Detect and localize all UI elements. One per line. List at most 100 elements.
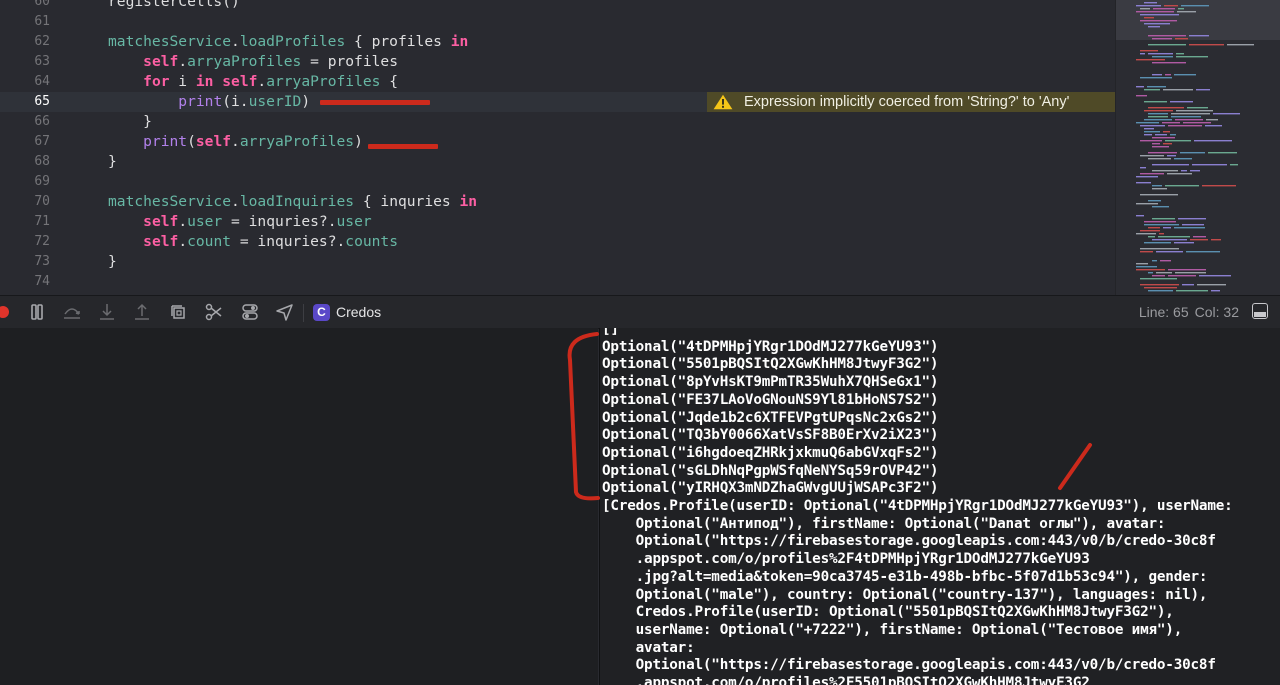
console-line: .appspot.com/o/profiles%2F5501pBQSItQ2XG… <box>602 675 1090 685</box>
minimap-line <box>1211 290 1220 292</box>
code-text: registerCells() <box>108 0 240 12</box>
console-line: Optional("5501pBQSItQ2XGwKhHM8JtwyF3G2") <box>602 356 939 373</box>
console-line: avatar: <box>602 639 695 656</box>
code-token: i <box>169 73 196 90</box>
variables-view[interactable] <box>0 328 598 685</box>
code-line[interactable]: 73} <box>0 252 1115 272</box>
view-hierarchy-icon[interactable] <box>203 302 225 322</box>
minimap-line <box>1208 152 1237 154</box>
toggle-panel-icon[interactable] <box>1252 303 1268 319</box>
minimap-line <box>1158 236 1190 238</box>
minimap-line <box>1140 230 1160 232</box>
minimap-line <box>1152 74 1162 76</box>
minimap-line <box>1205 125 1222 127</box>
minimap[interactable] <box>1115 0 1280 295</box>
code-token: userID <box>248 93 302 110</box>
code-token: ) <box>354 133 363 150</box>
minimap-line <box>1183 122 1211 124</box>
minimap-line <box>1176 53 1184 55</box>
step-out-icon[interactable] <box>131 302 153 322</box>
code-line[interactable]: 66 } <box>0 112 1115 132</box>
code-line[interactable]: 69 <box>0 172 1115 192</box>
minimap-line <box>1140 77 1172 79</box>
code-line[interactable]: 60 registerCells() <box>0 0 1115 12</box>
minimap-line <box>1140 155 1164 157</box>
line-number: 64 <box>34 74 50 89</box>
stop-icon[interactable] <box>0 302 14 322</box>
location-icon[interactable] <box>274 302 296 322</box>
red-underline-mark <box>320 100 430 105</box>
code-line[interactable]: 64 for i in self.arryaProfiles { <box>0 72 1115 92</box>
minimap-line <box>1148 290 1173 292</box>
minimap-line <box>1168 275 1196 277</box>
warning-banner[interactable]: Expression implicitly coerced from 'Stri… <box>707 92 1115 112</box>
minimap-line <box>1197 284 1226 286</box>
line-number: 74 <box>34 274 50 289</box>
code-token: . <box>178 233 188 250</box>
minimap-line <box>1213 113 1240 115</box>
code-line[interactable]: 61 <box>0 12 1115 32</box>
minimap-line <box>1175 119 1203 121</box>
line-number: 73 <box>34 254 50 269</box>
code-token: arryaProfiles <box>239 133 355 150</box>
minimap-line <box>1140 284 1179 286</box>
console-line: Optional("4tDPMHpjYRgr1DOdMJ277kGeYU93") <box>602 338 939 355</box>
minimap-line <box>1144 287 1177 289</box>
code-line[interactable]: 68} <box>0 152 1115 172</box>
scheme-label[interactable]: Credos <box>336 303 381 321</box>
minimap-line <box>1227 44 1254 46</box>
code-line[interactable]: 70 matchesService.loadInquiries { inqurie… <box>0 192 1115 212</box>
minimap-line <box>1152 239 1187 241</box>
minimap-line <box>1144 242 1171 244</box>
minimap-line <box>1156 251 1183 253</box>
code-token: . <box>178 53 188 70</box>
code-line[interactable]: 72 self.count = inquries?.counts <box>0 232 1115 252</box>
step-into-icon[interactable] <box>96 302 118 322</box>
code-text: } <box>108 152 117 172</box>
code-text: } <box>108 112 152 132</box>
step-over-icon[interactable] <box>61 302 83 322</box>
minimap-line <box>1174 227 1205 229</box>
memory-graph-icon[interactable] <box>168 302 190 322</box>
minimap-line <box>1167 173 1192 175</box>
line-number: 69 <box>34 174 50 189</box>
minimap-line <box>1136 233 1156 235</box>
minimap-line <box>1140 8 1150 10</box>
source-editor[interactable]: 60 registerCells() 61 62 matchesService.load… <box>0 0 1115 295</box>
minimap-line <box>1144 110 1173 112</box>
warning-triangle-icon <box>713 94 733 110</box>
code-token: count <box>187 233 232 250</box>
minimap-line <box>1148 200 1161 202</box>
minimap-line <box>1144 17 1154 19</box>
code-text: matchesService.loadProfiles { profiles i… <box>108 32 468 52</box>
minimap-line <box>1178 218 1206 220</box>
code-token: arryaProfiles <box>266 73 381 90</box>
code-text: print(i.userID) <box>108 92 310 112</box>
minimap-line <box>1140 167 1146 169</box>
code-line[interactable]: 63 self.arryaProfiles = profiles <box>0 52 1115 72</box>
console-line: Optional("FE37LAoVoGNouNS9Yl81bHoNS7S2") <box>602 391 939 408</box>
code-token: arryaProfiles <box>187 53 302 70</box>
code-token: self <box>143 53 179 70</box>
environment-overrides-icon[interactable] <box>239 302 261 322</box>
minimap-line <box>1160 260 1171 262</box>
code-line[interactable]: 67 print(self.arryaProfiles) <box>0 132 1115 152</box>
code-line[interactable]: 62 matchesService.loadProfiles { profiles… <box>0 32 1115 52</box>
code-token: } <box>108 253 117 270</box>
minimap-line <box>1140 20 1177 22</box>
console-output[interactable]: [] Optional("4tDPMHpjYRgr1DOdMJ277kGeYU93… <box>599 328 1280 685</box>
line-number: 60 <box>34 0 50 9</box>
minimap-line <box>1148 116 1168 118</box>
minimap-line <box>1164 5 1178 7</box>
minimap-line <box>1152 62 1186 64</box>
console-line: Optional("Jqde1b2c6XTFEVPgtUPqsNc2xGs2") <box>602 409 939 426</box>
code-line[interactable]: 74 <box>0 272 1115 292</box>
code-text: matchesService.loadInquiries { inquries … <box>108 192 477 212</box>
code-token: { profiles <box>345 33 451 50</box>
pause-icon[interactable] <box>26 302 48 322</box>
code-token: self <box>143 233 179 250</box>
code-line[interactable]: 71 self.user = inquries?.user <box>0 212 1115 232</box>
minimap-line <box>1144 134 1152 136</box>
